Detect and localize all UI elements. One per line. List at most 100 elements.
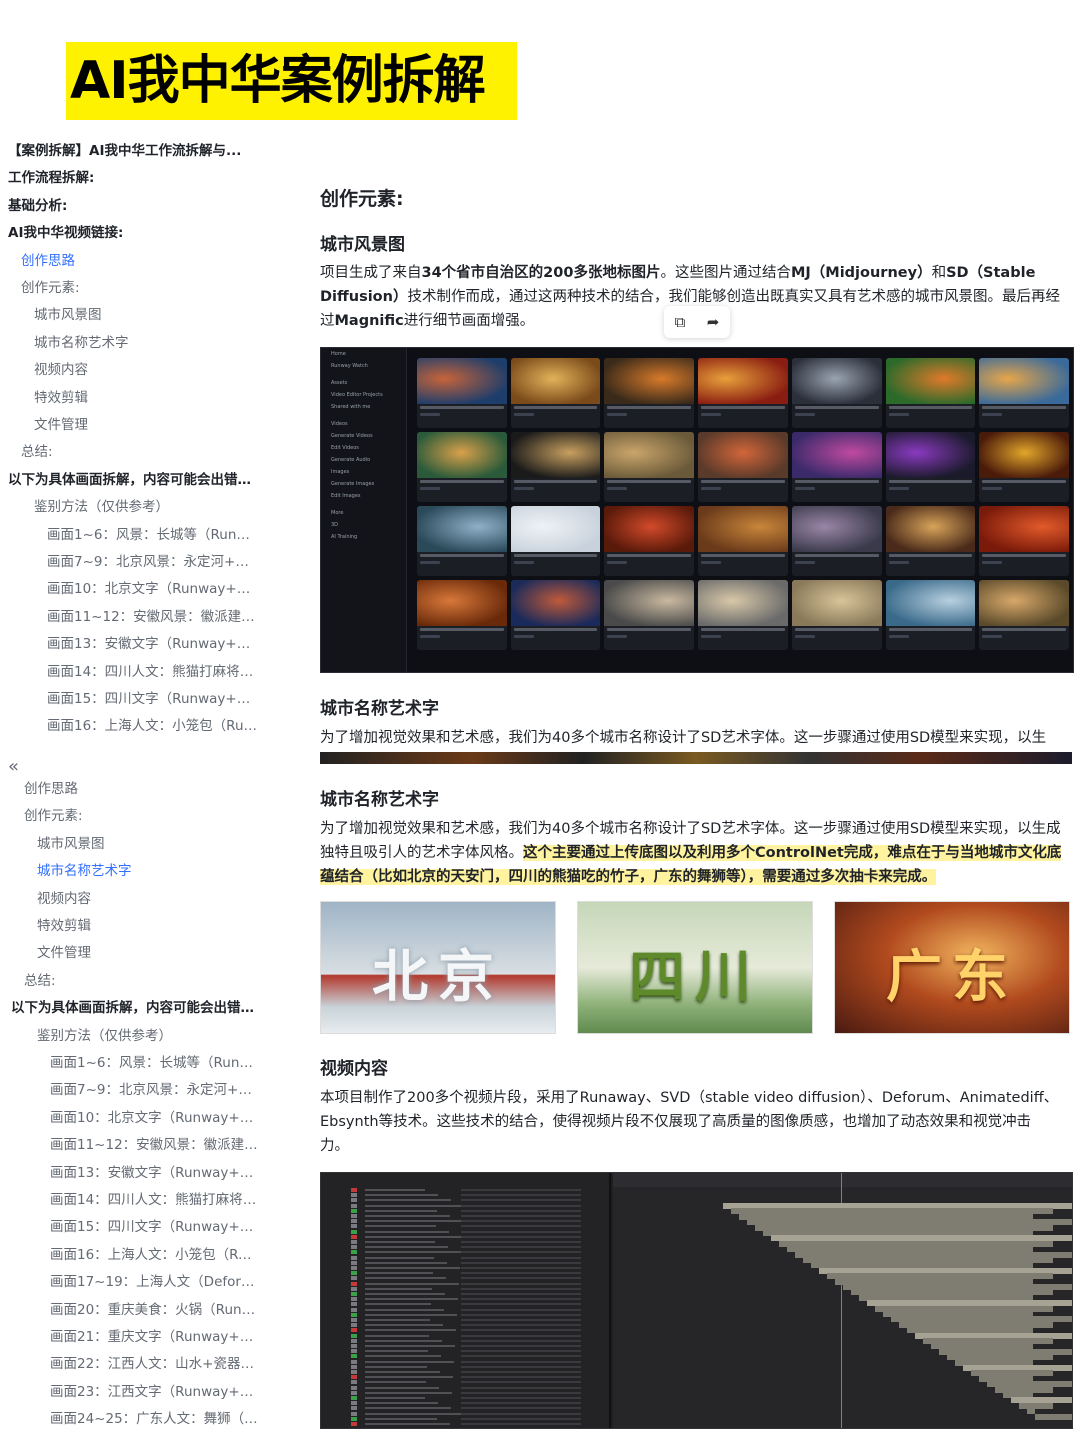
layer-row[interactable]: [365, 1319, 430, 1321]
layer-row[interactable]: [365, 1303, 431, 1306]
outline-item[interactable]: 画面16：上海人文：小笼包（Runw...: [47, 716, 258, 736]
layer-row[interactable]: [365, 1189, 425, 1191]
gallery-thumbnail[interactable]: [885, 358, 976, 428]
gallery-thumbnail[interactable]: [791, 358, 882, 428]
outline-item[interactable]: 画面11~12：安徽风景：徽派建筑...: [47, 607, 258, 627]
layer-row[interactable]: [365, 1386, 439, 1389]
outline-item[interactable]: 鉴别方法（仅供参考）: [34, 497, 258, 517]
layer-row[interactable]: [365, 1329, 456, 1332]
layer-row[interactable]: [365, 1287, 432, 1290]
gallery-thumbnail[interactable]: [417, 506, 507, 576]
layer-row[interactable]: [365, 1220, 463, 1223]
outline-item[interactable]: 视频内容: [34, 360, 258, 380]
outline-item[interactable]: 视频内容: [37, 889, 258, 909]
outline-item[interactable]: 城市名称艺术字: [34, 333, 258, 353]
gallery-thumbnail[interactable]: [885, 506, 976, 576]
outline-item[interactable]: 城市风景图: [34, 305, 258, 325]
layer-row[interactable]: [365, 1350, 428, 1353]
gallery-nav-item[interactable]: 3D: [321, 519, 406, 531]
outline-item[interactable]: 画面7~9：北京风景：永定河+门头...: [47, 552, 258, 572]
gallery-thumbnail[interactable]: [791, 580, 882, 650]
layer-row[interactable]: [365, 1215, 450, 1217]
gallery-thumbnail[interactable]: [510, 432, 601, 502]
gallery-thumbnail[interactable]: [510, 506, 601, 576]
outline-item[interactable]: 画面16：上海人文：小笼包（Runw...: [50, 1245, 258, 1265]
outline-item[interactable]: 画面13：安徽文字（Runway+SD光...: [47, 634, 258, 654]
layer-row[interactable]: [365, 1293, 445, 1295]
outline-item[interactable]: 基础分析:: [8, 196, 258, 216]
outline-item[interactable]: 文件管理: [34, 415, 258, 435]
layer-row[interactable]: [365, 1324, 443, 1327]
layer-row[interactable]: [365, 1246, 448, 1249]
layer-row[interactable]: [365, 1371, 440, 1373]
gallery-nav-item[interactable]: AI Training: [321, 531, 406, 543]
layer-row[interactable]: [365, 1235, 462, 1238]
gallery-thumbnail[interactable]: [979, 580, 1069, 650]
gallery-thumbnail[interactable]: [791, 506, 882, 576]
layer-row[interactable]: [365, 1282, 459, 1285]
outline-item[interactable]: 画面10：北京文字（Runway+SD光...: [50, 1108, 258, 1128]
gallery-nav-item[interactable]: Edit Images: [321, 490, 406, 502]
layer-row[interactable]: [365, 1334, 429, 1337]
gallery-thumbnail[interactable]: [510, 580, 601, 650]
gallery-thumbnail[interactable]: [417, 432, 507, 502]
outline-item[interactable]: 画面21：重庆文字（Runway+SD光...: [50, 1327, 258, 1347]
layer-row[interactable]: [365, 1313, 457, 1316]
layer-row[interactable]: [365, 1423, 450, 1425]
outline-item[interactable]: 画面14：四川人文：熊猫打麻将（...: [50, 1190, 258, 1210]
layer-row[interactable]: [365, 1345, 455, 1347]
outline-item[interactable]: 特效剪辑: [37, 916, 258, 936]
layer-row[interactable]: [365, 1365, 427, 1368]
outline-item[interactable]: 文件管理: [37, 943, 258, 963]
outline-item[interactable]: 创作思路: [24, 779, 258, 799]
gallery-thumbnail[interactable]: [698, 506, 788, 576]
layer-row[interactable]: [365, 1256, 434, 1259]
gallery-nav-item[interactable]: Generate Images: [321, 478, 406, 490]
outline-item[interactable]: 画面7~9：北京风景：永定河+门头...: [50, 1080, 258, 1100]
share-icon[interactable]: ➦: [707, 313, 720, 331]
layer-row[interactable]: [365, 1272, 433, 1275]
gallery-thumbnail[interactable]: [979, 432, 1069, 502]
layer-row[interactable]: [365, 1267, 460, 1269]
outline-item[interactable]: 画面1~6：风景：长城等（Runway...: [50, 1053, 258, 1073]
gallery-thumbnail[interactable]: [604, 506, 695, 576]
gallery-thumbnail[interactable]: [698, 580, 788, 650]
gallery-thumbnail[interactable]: [417, 358, 507, 428]
copy-icon[interactable]: ⧉: [675, 313, 686, 331]
outline-item[interactable]: 画面24~25：广东人文：舞狮（Ru...: [50, 1409, 258, 1429]
outline-item[interactable]: 画面11~12：安徽风景：徽派建筑...: [50, 1135, 258, 1155]
layer-row[interactable]: [365, 1417, 437, 1420]
outline-item[interactable]: AI我中华视频链接:: [8, 223, 258, 243]
layer-row[interactable]: [365, 1225, 436, 1228]
gallery-nav-item[interactable]: Home: [321, 348, 406, 360]
gallery-thumbnail[interactable]: [604, 580, 695, 650]
outline-item[interactable]: 以下为具体画面拆解，内容可能会出错，...: [8, 470, 258, 490]
outline-item[interactable]: 画面22：江西人文：山水+瓷器（R...: [50, 1354, 258, 1374]
collapse-outline-icon[interactable]: «: [8, 756, 19, 777]
layer-row[interactable]: [365, 1277, 446, 1280]
gallery-nav-item[interactable]: Video Editor Projects: [321, 389, 406, 401]
layer-row[interactable]: [365, 1355, 441, 1358]
gallery-thumbnail[interactable]: [604, 358, 695, 428]
timeline-clip[interactable]: [1035, 1413, 1072, 1420]
outline-item[interactable]: 以下为具体画面拆解，内容可能会出错，...: [11, 998, 258, 1018]
outline-item[interactable]: 画面1~6：风景：长城等（Runway...: [47, 525, 258, 545]
gallery-nav-item[interactable]: Runway Watch: [321, 360, 406, 372]
layer-row[interactable]: [365, 1241, 435, 1243]
layer-row[interactable]: [365, 1204, 464, 1207]
outline-item[interactable]: 画面15：四川文字（Runway+SD光...: [47, 689, 258, 709]
gallery-nav-item[interactable]: Generate Audio: [321, 454, 406, 466]
gallery-thumbnail[interactable]: [510, 358, 601, 428]
layer-row[interactable]: [365, 1308, 444, 1311]
layer-row[interactable]: [365, 1407, 451, 1410]
layer-row[interactable]: [365, 1381, 426, 1384]
gallery-thumbnail[interactable]: [979, 506, 1069, 576]
timeline-clip[interactable]: [1019, 1402, 1053, 1409]
layer-row[interactable]: [365, 1199, 451, 1202]
gallery-thumbnail[interactable]: [417, 580, 507, 650]
outline-item[interactable]: 创作元素:: [21, 278, 258, 298]
gallery-thumbnail[interactable]: [885, 580, 976, 650]
gallery-nav-item[interactable]: Images: [321, 466, 406, 478]
layer-row[interactable]: [365, 1209, 437, 1212]
layer-row[interactable]: [365, 1261, 447, 1264]
